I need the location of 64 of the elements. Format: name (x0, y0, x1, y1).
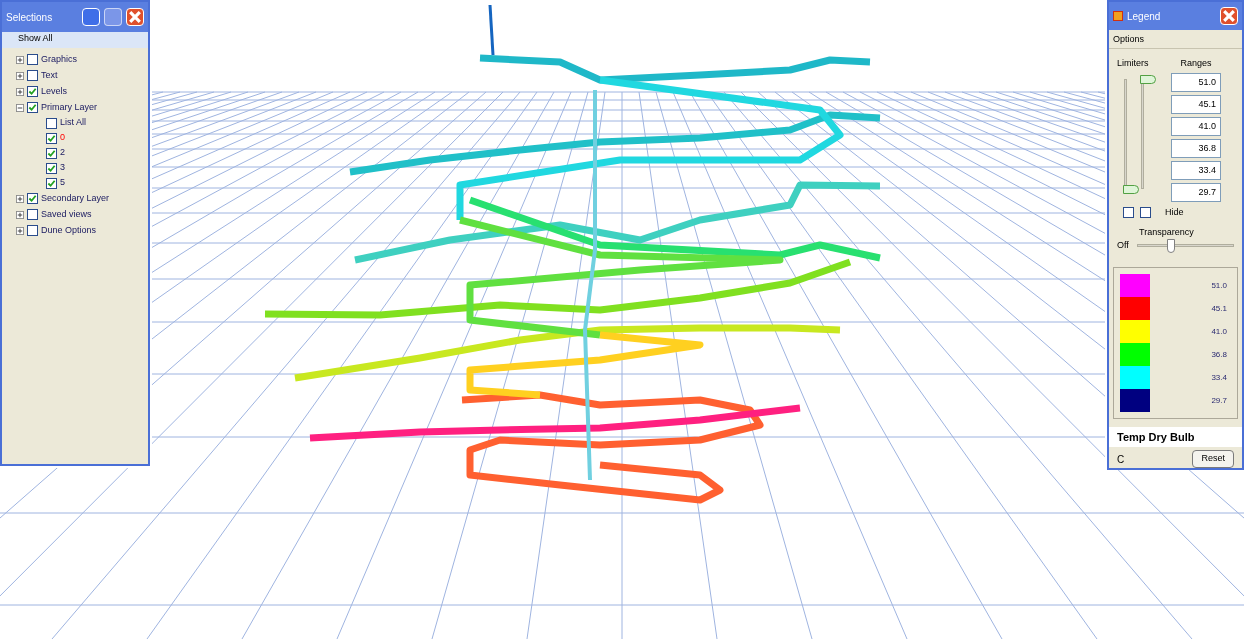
tree-item-label[interactable]: Dune Options (41, 223, 97, 238)
tree-item-label[interactable]: Secondary Layer (41, 191, 110, 206)
checkbox[interactable] (46, 162, 57, 174)
app-icon (1113, 11, 1123, 22)
expand-icon[interactable] (16, 210, 24, 219)
checkbox[interactable] (27, 193, 38, 204)
checkbox[interactable] (27, 225, 38, 236)
unit-label: C (1117, 452, 1125, 467)
tree-item-label[interactable]: List All (60, 116, 86, 130)
transparency-slider[interactable] (1136, 239, 1234, 253)
range-field[interactable]: 29.7 (1171, 183, 1221, 202)
range-field[interactable]: 51.0 (1171, 73, 1221, 92)
close-button[interactable] (1220, 7, 1238, 26)
slider-thumb[interactable] (1167, 239, 1176, 253)
off-label: Off (1117, 239, 1129, 253)
tree-item-label[interactable]: 3 (60, 161, 65, 175)
range-field[interactable]: 36.8 (1171, 139, 1221, 158)
reset-button[interactable]: Reset (1192, 450, 1234, 468)
expand-icon[interactable] (16, 87, 24, 96)
window-title: Selections (6, 10, 54, 25)
checkbox[interactable] (1123, 207, 1134, 219)
legend-value: 41.0 (1211, 325, 1227, 338)
slider-thumb[interactable] (1140, 74, 1156, 84)
checkbox[interactable] (46, 117, 57, 129)
collapse-icon[interactable] (16, 103, 24, 112)
tree-item-label[interactable]: 5 (60, 176, 65, 190)
menu-item[interactable]: Options (1109, 30, 1242, 48)
hide-label: Hide (1165, 206, 1184, 219)
checkbox[interactable] (46, 132, 57, 144)
legend-value: 45.1 (1211, 302, 1227, 315)
expand-icon[interactable] (16, 71, 24, 80)
menu-item[interactable]: Show All (2, 32, 148, 48)
window-title: Legend (1127, 9, 1162, 24)
tree-item-label[interactable]: Graphics (41, 52, 77, 67)
variable-name: Temp Dry Bulb (1109, 427, 1242, 447)
checkbox[interactable] (27, 54, 38, 65)
slider-thumb[interactable] (1123, 184, 1139, 194)
legend-value: 51.0 (1211, 279, 1227, 292)
tree-item-label[interactable]: Text (41, 68, 58, 83)
tree-item-label[interactable]: Levels (41, 84, 67, 99)
legend-value: 29.7 (1211, 394, 1227, 407)
close-button[interactable] (126, 8, 144, 26)
range-field[interactable]: 45.1 (1171, 95, 1221, 114)
ranges-label: Ranges (1180, 56, 1212, 70)
expand-icon[interactable] (16, 55, 24, 64)
expand-icon[interactable] (16, 226, 24, 235)
limiters-label: Limiters (1117, 56, 1150, 70)
range-field[interactable]: 33.4 (1171, 161, 1221, 180)
checkbox[interactable] (1140, 207, 1151, 219)
tree-item-label[interactable]: 2 (60, 146, 65, 160)
checkbox[interactable] (27, 70, 38, 81)
checkbox[interactable] (27, 102, 38, 113)
checkbox[interactable] (46, 177, 57, 189)
legend-value: 36.8 (1211, 348, 1227, 361)
tree-item-label[interactable]: Saved views (41, 207, 92, 222)
minimize-button[interactable] (82, 8, 100, 26)
tree-item-label[interactable]: Primary Layer (41, 100, 97, 115)
transparency-label: Transparency (1138, 225, 1195, 239)
checkbox[interactable] (27, 86, 38, 97)
expand-icon[interactable] (16, 194, 24, 203)
checkbox[interactable] (27, 209, 38, 220)
checkbox[interactable] (46, 147, 57, 159)
range-field[interactable]: 41.0 (1171, 117, 1221, 136)
legend-value: 33.4 (1211, 371, 1227, 384)
